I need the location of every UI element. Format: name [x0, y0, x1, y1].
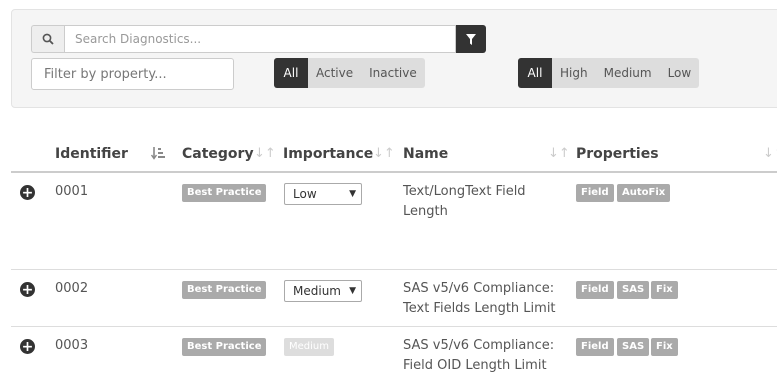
property-badge: Fix — [651, 338, 678, 356]
status-inactive-button[interactable]: Inactive — [361, 58, 425, 88]
importance-filter-group: All High Medium Low — [518, 58, 700, 88]
expand-row-icon[interactable]: + — [20, 339, 35, 354]
header-divider — [11, 171, 777, 173]
search-input[interactable] — [64, 25, 456, 53]
property-badge: Field — [576, 184, 614, 202]
status-all-button[interactable]: All — [274, 58, 308, 88]
expand-row-icon[interactable]: + — [20, 282, 35, 297]
column-header-importance[interactable]: Importance — [283, 146, 373, 162]
column-header-name[interactable]: Name — [403, 146, 448, 162]
sort-icon[interactable]: ↓↑ — [548, 146, 570, 161]
search-icon — [31, 25, 64, 53]
row-identifier: 0001 — [55, 184, 89, 199]
property-filter-input[interactable] — [31, 58, 234, 90]
property-badge: Fix — [651, 281, 678, 299]
property-badge: SAS — [617, 338, 650, 356]
sort-icon[interactable]: ↓↑ — [254, 146, 276, 161]
importance-high-button[interactable]: High — [552, 58, 596, 88]
row-divider — [11, 326, 777, 327]
column-header-identifier[interactable]: Identifier — [55, 146, 128, 162]
sort-ascending-icon[interactable] — [150, 146, 165, 164]
row-identifier: 0002 — [55, 281, 89, 296]
chevron-down-icon: ▼ — [349, 189, 356, 199]
importance-select-disabled: Medium — [284, 338, 334, 356]
sort-icon[interactable]: ↓↑ — [373, 146, 395, 161]
importance-select[interactable]: Medium ▼ — [284, 280, 362, 302]
importance-medium-button[interactable]: Medium — [596, 58, 660, 88]
expand-row-icon[interactable]: + — [20, 185, 35, 200]
importance-select[interactable]: Low ▼ — [284, 183, 362, 205]
row-name: SAS v5/v6 Compliance: Text Fields Length… — [403, 281, 556, 316]
importance-low-button[interactable]: Low — [660, 58, 700, 88]
row-divider — [11, 269, 777, 270]
category-badge: Best Practice — [182, 338, 267, 356]
row-identifier: 0003 — [55, 338, 89, 353]
importance-all-button[interactable]: All — [518, 58, 552, 88]
category-badge: Best Practice — [182, 281, 267, 299]
row-name: Text/LongText Field Length — [403, 184, 526, 219]
sort-icon[interactable]: ↓↑ — [763, 146, 777, 161]
status-active-button[interactable]: Active — [308, 58, 361, 88]
property-badge: Field — [576, 281, 614, 299]
filter-button[interactable] — [456, 25, 486, 53]
property-badge: SAS — [617, 281, 650, 299]
property-badge: AutoFix — [617, 184, 671, 202]
column-header-category[interactable]: Category — [182, 146, 254, 162]
chevron-down-icon: ▼ — [349, 286, 356, 296]
column-header-properties[interactable]: Properties — [576, 146, 659, 162]
status-filter-group: All Active Inactive — [274, 58, 425, 88]
property-badge: Field — [576, 338, 614, 356]
row-name: SAS v5/v6 Compliance: Field OID Length L… — [403, 338, 555, 373]
category-badge: Best Practice — [182, 184, 267, 202]
filter-icon — [466, 33, 476, 45]
